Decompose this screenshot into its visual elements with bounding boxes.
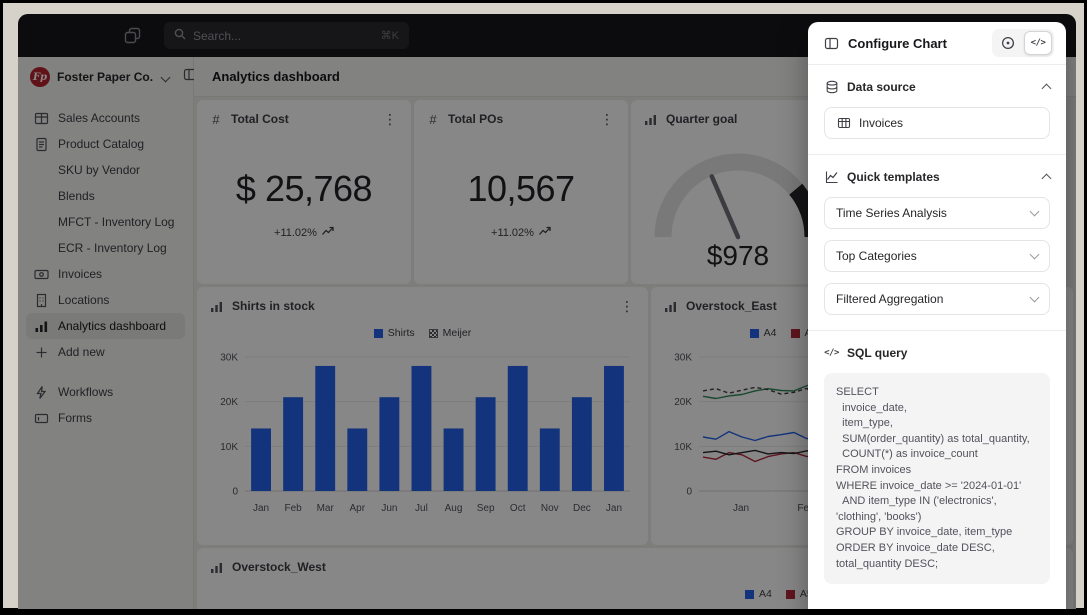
sql-query-header: </> SQL query bbox=[824, 344, 1050, 362]
table-name: Invoices bbox=[859, 116, 1038, 130]
table-icon bbox=[836, 116, 851, 131]
sql-code-button[interactable]: </> bbox=[1024, 31, 1052, 55]
panel-title: Configure Chart bbox=[848, 36, 983, 51]
panel-layout-icon bbox=[824, 36, 839, 51]
section-label: SQL query bbox=[847, 346, 1050, 360]
app-window: Search... ⌘K Fp Foster Paper Co. bbox=[18, 14, 1076, 609]
select-value: Filtered Aggregation bbox=[836, 292, 1023, 306]
chevron-down-icon bbox=[1030, 250, 1040, 260]
template-select-top-categories[interactable]: Top Categories bbox=[824, 240, 1050, 272]
database-icon bbox=[824, 80, 839, 95]
template-select-filtered-aggregation[interactable]: Filtered Aggregation bbox=[824, 283, 1050, 315]
quick-templates-section: Quick templates Time Series Analysis Top… bbox=[808, 155, 1066, 331]
select-value: Top Categories bbox=[836, 249, 1023, 263]
select-value: Time Series Analysis bbox=[836, 206, 1023, 220]
template-select-time-series[interactable]: Time Series Analysis bbox=[824, 197, 1050, 229]
data-source-section: Data source Invoices bbox=[808, 65, 1066, 155]
chevron-up-icon bbox=[1042, 174, 1052, 184]
desktop-background: Search... ⌘K Fp Foster Paper Co. bbox=[3, 3, 1084, 608]
sql-query-section: </> SQL query SELECT invoice_date, item_… bbox=[808, 331, 1066, 599]
configure-chart-panel: Configure Chart </> bbox=[808, 22, 1066, 609]
chevron-down-icon bbox=[1030, 293, 1040, 303]
sql-query-text: SELECT invoice_date, item_type, SUM(orde… bbox=[824, 373, 1050, 584]
section-label: Data source bbox=[847, 80, 1035, 94]
chevron-down-icon bbox=[1030, 207, 1040, 217]
visual-builder-button[interactable] bbox=[994, 31, 1022, 55]
code-icon: </> bbox=[824, 346, 839, 361]
screen: Search... ⌘K Fp Foster Paper Co. bbox=[0, 0, 1087, 615]
data-source-table-button[interactable]: Invoices bbox=[824, 107, 1050, 139]
chart-line-icon bbox=[824, 170, 839, 185]
code-icon: </> bbox=[1031, 38, 1046, 48]
quick-templates-header[interactable]: Quick templates bbox=[824, 168, 1050, 186]
data-source-header[interactable]: Data source bbox=[824, 78, 1050, 96]
panel-header: Configure Chart </> bbox=[808, 22, 1066, 65]
editor-mode-toggle: </> bbox=[992, 29, 1054, 57]
section-label: Quick templates bbox=[847, 170, 1035, 184]
chevron-up-icon bbox=[1042, 84, 1052, 94]
